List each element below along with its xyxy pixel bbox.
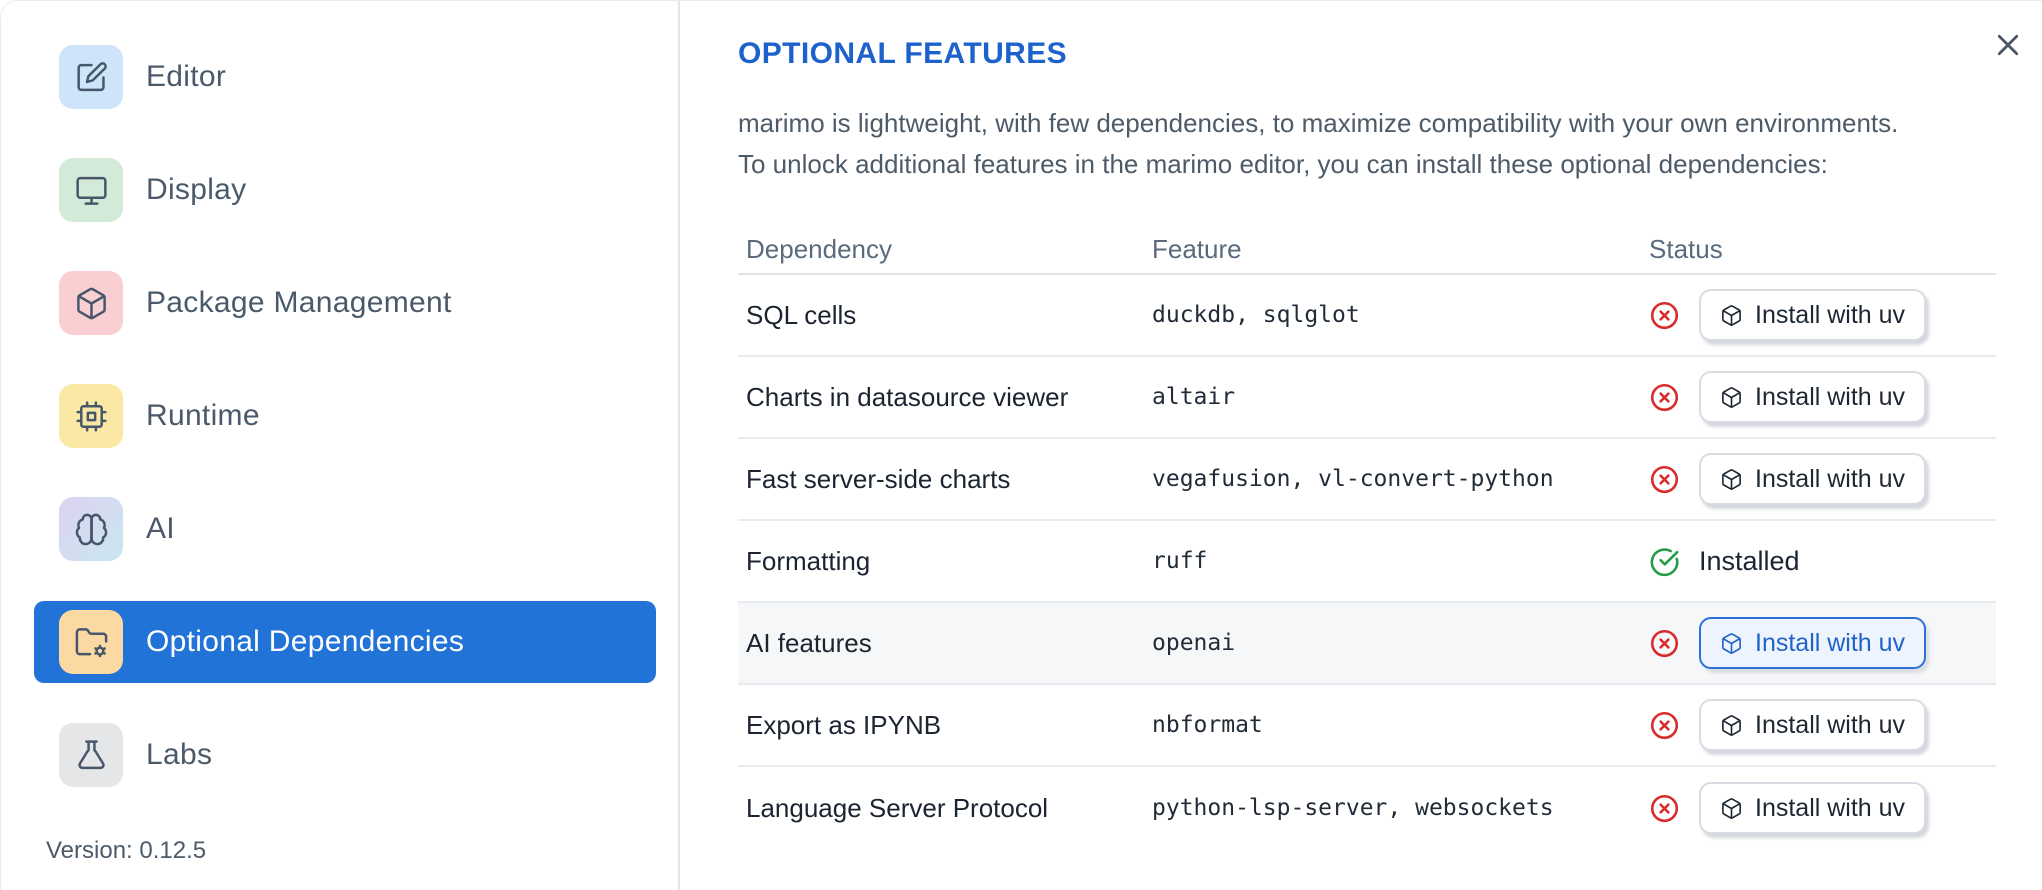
install-button-label: Install with uv: [1755, 710, 1906, 739]
feature-cell: ruff: [1152, 548, 1208, 574]
sidebar-item-ai[interactable]: AI: [34, 488, 656, 570]
check-circle-icon: [1649, 546, 1680, 577]
dependency-cell: AI features: [746, 627, 872, 658]
package-icon: [1720, 304, 1743, 327]
dependency-cell: Fast server-side charts: [746, 463, 1011, 494]
version-label: Version: 0.12.5: [46, 837, 207, 864]
sidebar-item-optional-dependencies[interactable]: Optional Dependencies: [34, 601, 656, 683]
status-cell: Install with uv: [1641, 699, 1996, 751]
column-header-dependency: Dependency: [746, 233, 892, 264]
sidebar-item-editor[interactable]: Editor: [34, 36, 656, 118]
sidebar-item-package-management[interactable]: Package Management: [34, 262, 656, 344]
install-button-label: Install with uv: [1755, 628, 1906, 657]
install-button-label: Install with uv: [1755, 464, 1906, 493]
feature-cell: duckdb, sqlglot: [1152, 302, 1360, 328]
x-circle-icon: [1649, 300, 1680, 331]
package-icon: [59, 271, 123, 335]
install-with-uv-button[interactable]: Install with uv: [1699, 782, 1927, 834]
optional-features-panel: OPTIONAL FEATURES marimo is lightweight,…: [680, 1, 2042, 890]
feature-cell: nbformat: [1152, 712, 1263, 738]
dependency-cell: Charts in datasource viewer: [746, 381, 1069, 412]
feature-cell: vegafusion, vl-convert-python: [1152, 466, 1554, 492]
dependency-cell: Export as IPYNB: [746, 709, 942, 740]
table-row-formatting: Formatting ruff Installed: [738, 521, 1996, 603]
status-cell: Install with uv: [1641, 289, 1996, 341]
package-icon: [1720, 714, 1743, 737]
sidebar-item-label: Editor: [146, 60, 227, 93]
close-icon: [1993, 30, 2023, 60]
package-icon: [1720, 386, 1743, 409]
close-button[interactable]: [1990, 27, 2026, 63]
sidebar-item-labs[interactable]: Labs: [34, 714, 656, 796]
description-line-2: To unlock additional features in the mar…: [738, 149, 1828, 179]
table-row-export-as-ipynb: Export as IPYNB nbformat Install with uv: [738, 685, 1996, 767]
flask-icon: [59, 723, 123, 787]
page-title: OPTIONAL FEATURES: [738, 37, 1068, 70]
install-with-uv-button[interactable]: Install with uv: [1699, 289, 1927, 341]
dependencies-table: Dependency Feature Status SQL cells duckd…: [738, 225, 1996, 849]
x-circle-icon: [1649, 710, 1680, 741]
sidebar-item-label: Runtime: [146, 399, 260, 432]
table-row-fast-server-side-charts: Fast server-side charts vegafusion, vl-co…: [738, 439, 1996, 521]
sidebar-item-display[interactable]: Display: [34, 149, 656, 231]
dependency-cell: Language Server Protocol: [746, 792, 1049, 823]
column-header-status: Status: [1649, 233, 1723, 264]
panel-description: marimo is lightweight, with few dependen…: [738, 103, 2042, 185]
table-row-language-server-protocol: Language Server Protocol python-lsp-serve…: [738, 767, 1996, 849]
status-cell: Install with uv: [1641, 782, 1996, 834]
install-with-uv-button[interactable]: Install with uv: [1699, 699, 1927, 751]
sidebar-item-label: Display: [146, 173, 247, 206]
monitor-icon: [59, 158, 123, 222]
table-header: Dependency Feature Status: [738, 225, 1996, 275]
install-button-label: Install with uv: [1755, 793, 1906, 822]
feature-cell: altair: [1152, 384, 1236, 410]
x-circle-icon: [1649, 628, 1680, 659]
status-cell: Installed: [1641, 546, 1996, 577]
x-circle-icon: [1649, 793, 1680, 824]
status-cell: Install with uv: [1641, 371, 1996, 423]
install-with-uv-button[interactable]: Install with uv: [1699, 453, 1927, 505]
description-line-1: marimo is lightweight, with few dependen…: [738, 108, 1899, 138]
install-with-uv-button[interactable]: Install with uv: [1699, 617, 1927, 669]
table-row-ai-features: AI features openai Install with uv: [738, 603, 1996, 685]
dependency-cell: Formatting: [746, 545, 871, 576]
status-cell: Install with uv: [1641, 617, 1996, 669]
status-cell: Install with uv: [1641, 453, 1996, 505]
install-button-label: Install with uv: [1755, 300, 1906, 329]
sidebar-nav: Editor Display Package Management Runtime AI…: [1, 36, 678, 827]
install-button-label: Install with uv: [1755, 382, 1906, 411]
column-header-feature: Feature: [1152, 233, 1242, 264]
settings-sidebar: Editor Display Package Management Runtime AI…: [1, 1, 680, 890]
package-icon: [1720, 632, 1743, 655]
x-circle-icon: [1649, 464, 1680, 495]
package-icon: [1720, 797, 1743, 820]
package-icon: [1720, 468, 1743, 491]
table-body: SQL cells duckdb, sqlglot Install with uv C…: [738, 275, 1996, 849]
settings-dialog: Editor Display Package Management Runtime AI…: [0, 0, 2042, 890]
cpu-icon: [59, 384, 123, 448]
feature-cell: python-lsp-server, websockets: [1152, 795, 1554, 821]
brain-icon: [59, 497, 123, 561]
sidebar-item-label: Labs: [146, 738, 213, 771]
sidebar-item-label: AI: [146, 512, 175, 545]
sidebar-item-runtime[interactable]: Runtime: [34, 375, 656, 457]
x-circle-icon: [1649, 382, 1680, 413]
table-row-charts-in-datasource-viewer: Charts in datasource viewer altair Install…: [738, 357, 1996, 439]
sidebar-item-label: Package Management: [146, 286, 452, 319]
feature-cell: openai: [1152, 630, 1236, 656]
folder-cog-icon: [59, 610, 123, 674]
sidebar-item-label: Optional Dependencies: [146, 625, 465, 658]
install-with-uv-button[interactable]: Install with uv: [1699, 371, 1927, 423]
table-row-sql-cells: SQL cells duckdb, sqlglot Install with uv: [738, 275, 1996, 357]
edit-icon: [59, 45, 123, 109]
dependency-cell: SQL cells: [746, 299, 857, 330]
status-label: Installed: [1699, 545, 1800, 576]
